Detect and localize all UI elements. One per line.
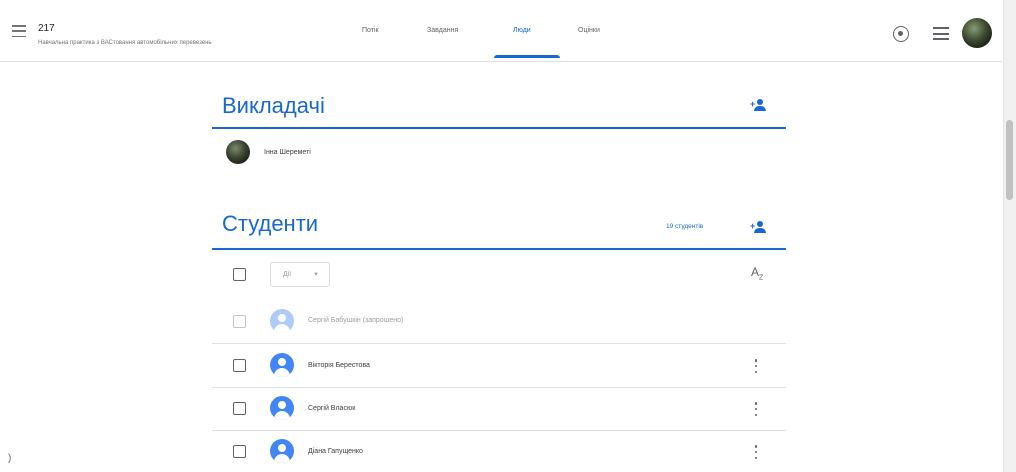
top-app-bar: 217 Навчальна практика з ВАСтовання авто… (0, 0, 1002, 62)
more-options-icon[interactable] (752, 359, 760, 373)
teachers-heading: Викладачі (222, 93, 325, 118)
class-subtitle: Навчальна практика з ВАСтовання автомобі… (38, 40, 212, 46)
teacher-row[interactable]: Інна Шереметі (226, 140, 311, 164)
student-name: Сергій Власюк (308, 405, 356, 412)
tab-people[interactable]: Люди (513, 27, 531, 34)
feedback-icon[interactable]: ) (8, 453, 11, 464)
students-divider (212, 248, 786, 250)
student-row[interactable]: Сергій Власюк (212, 387, 786, 431)
student-name: Діана Гапущенко (308, 448, 363, 455)
student-checkbox[interactable] (233, 445, 246, 458)
student-count: 19 студентів (666, 223, 704, 230)
student-avatar (270, 309, 294, 333)
student-checkbox[interactable] (233, 402, 246, 415)
gear-icon[interactable] (893, 26, 909, 42)
student-avatar (270, 396, 294, 420)
student-checkbox[interactable] (233, 359, 246, 372)
scrollbar-track[interactable] (1003, 0, 1016, 472)
student-avatar (270, 353, 294, 377)
select-all-checkbox[interactable] (233, 268, 246, 281)
student-avatar (270, 439, 294, 463)
scrollbar-thumb[interactable] (1006, 120, 1013, 200)
invite-teacher-icon[interactable]: + (750, 98, 768, 112)
tab-stream[interactable]: Потік (362, 27, 379, 34)
more-options-icon[interactable] (752, 402, 760, 416)
class-title[interactable]: 217 (38, 23, 55, 34)
tab-classwork[interactable]: Завдання (427, 27, 458, 34)
teacher-avatar (226, 140, 250, 164)
apps-icon[interactable] (933, 27, 949, 40)
avatar[interactable] (962, 18, 992, 48)
actions-label: Дії (283, 271, 292, 278)
student-name: Вікторія Берестова (308, 362, 370, 369)
actions-dropdown[interactable]: Дії ▼ (270, 262, 330, 287)
tab-grades[interactable]: Оцінки (578, 27, 600, 34)
sort-icon[interactable]: AZ (751, 265, 763, 281)
main-menu-icon[interactable] (12, 25, 26, 37)
students-heading: Студенти (222, 211, 319, 236)
invite-student-icon[interactable]: + (750, 220, 768, 234)
student-row[interactable]: Діана Гапущенко (212, 430, 786, 472)
active-tab-indicator (494, 55, 560, 58)
student-checkbox[interactable] (233, 315, 246, 328)
student-row[interactable]: Сергій Бабушкін (запрошено) (212, 299, 786, 343)
more-options-icon[interactable] (752, 445, 760, 459)
student-name: Сергій Бабушкін (запрошено) (308, 317, 404, 324)
teacher-name: Інна Шереметі (264, 148, 311, 156)
teachers-divider (212, 127, 786, 129)
student-row[interactable]: Вікторія Берестова (212, 343, 786, 387)
chevron-down-icon: ▼ (313, 272, 319, 278)
